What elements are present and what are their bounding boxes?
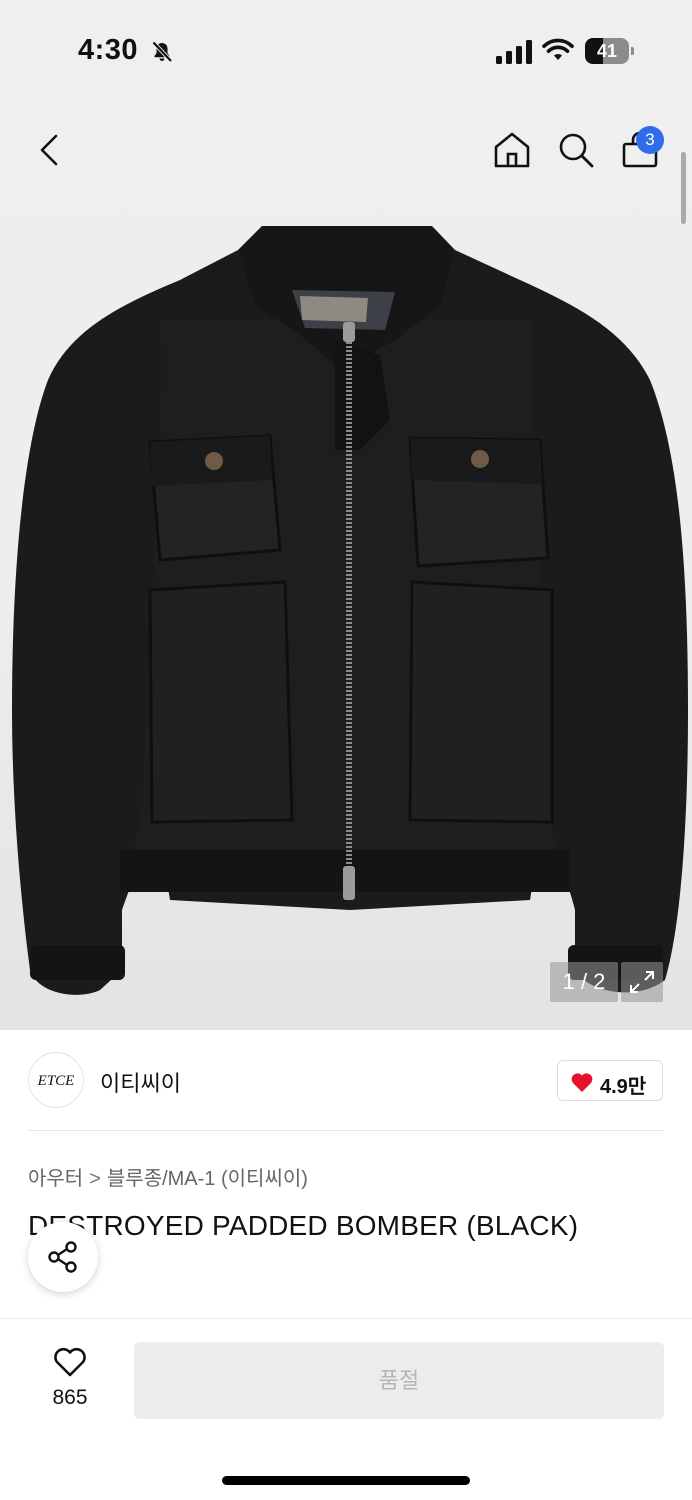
sold-out-button[interactable]: 품절 <box>134 1342 664 1419</box>
brand-logo[interactable]: ETCE <box>28 1052 84 1108</box>
bell-off-icon <box>152 41 173 63</box>
back-arrow-icon[interactable] <box>30 130 70 170</box>
breadcrumb: 아우터 > 블루종/MA-1 (이티씨이) <box>28 1162 308 1191</box>
expand-button[interactable] <box>621 962 663 1002</box>
breadcrumb-item-outer[interactable]: 아우터 <box>28 1168 83 1190</box>
brand-like-count: 4.9만 <box>600 1076 647 1098</box>
image-counter: 1 / 2 <box>550 962 618 1002</box>
share-button[interactable] <box>28 1222 98 1292</box>
breadcrumb-item-category[interactable]: 블루종/MA-1 (이티씨이) <box>107 1168 308 1190</box>
heart-outline-icon[interactable] <box>52 1346 88 1378</box>
divider <box>28 1130 664 1131</box>
share-icon <box>48 1241 77 1273</box>
cart-count-badge: 3 <box>636 126 664 154</box>
wifi-icon <box>542 38 574 60</box>
expand-icon <box>630 971 654 993</box>
home-indicator[interactable] <box>222 1476 470 1485</box>
product-image[interactable] <box>0 210 692 1010</box>
product-title: DESTROYED PADDED BOMBER (BLACK) <box>28 1210 579 1241</box>
breadcrumb-separator: > <box>89 1168 101 1190</box>
search-icon[interactable] <box>556 130 596 170</box>
brand-like-button[interactable]: 4.9만 <box>557 1060 663 1101</box>
home-icon[interactable] <box>492 130 532 170</box>
battery-icon: 41 <box>585 38 635 64</box>
wishlist-count: 865 <box>52 1386 88 1409</box>
status-bar: 4:30 41 <box>0 0 692 100</box>
battery-level: 41 <box>596 41 618 61</box>
status-time: 4:30 <box>78 34 139 66</box>
signal-icon <box>496 40 532 64</box>
scrollbar[interactable] <box>681 152 686 224</box>
heart-filled-icon <box>571 1073 593 1092</box>
brand-name[interactable]: 이티씨이 <box>100 1066 181 1098</box>
